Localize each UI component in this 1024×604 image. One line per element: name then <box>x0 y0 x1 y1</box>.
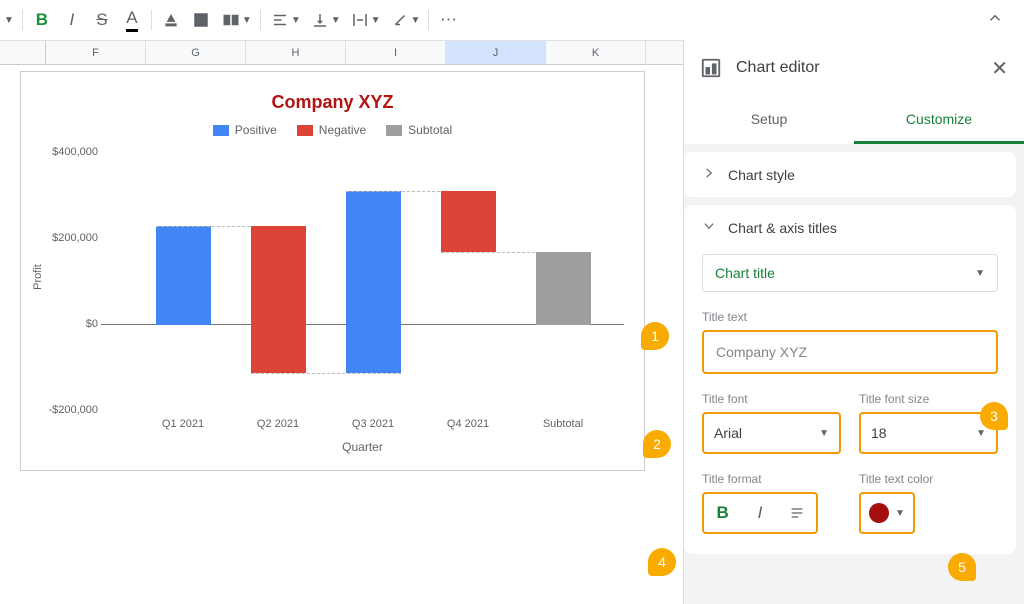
annotation-1: 1 <box>641 322 669 350</box>
tab-customize[interactable]: Customize <box>854 96 1024 144</box>
label-title-text: Title text <box>702 310 998 324</box>
merge-dropdown-caret[interactable]: ▼ <box>242 15 252 26</box>
bar-q1 <box>156 226 211 326</box>
format-bold-button[interactable]: B <box>704 494 741 532</box>
halign-caret[interactable]: ▼ <box>291 15 301 26</box>
label-title-color: Title text color <box>859 472 998 486</box>
italic-button[interactable]: I <box>57 5 87 35</box>
sheet-area: F G H I J K Company XYZ Positive Negativ… <box>0 40 683 604</box>
title-format-group: B I <box>702 492 818 534</box>
label-title-format: Title format <box>702 472 841 486</box>
bold-button[interactable]: B <box>27 5 57 35</box>
prev-dropdown-caret[interactable]: ▼ <box>4 15 14 26</box>
col-header-f[interactable]: F <box>46 41 146 64</box>
color-swatch <box>869 503 889 523</box>
col-header-h[interactable]: H <box>246 41 346 64</box>
column-headers: F G H I J K <box>0 40 683 65</box>
section-chart-style[interactable]: Chart style <box>684 152 1016 197</box>
title-text-input[interactable] <box>702 330 998 374</box>
section-header-titles[interactable]: Chart & axis titles <box>684 205 1016 250</box>
col-header-i[interactable]: I <box>346 41 446 64</box>
chart-title: Company XYZ <box>21 92 644 113</box>
sidebar-title: Chart editor <box>736 59 820 77</box>
collapse-toolbar-icon[interactable] <box>974 9 1016 32</box>
chevron-down-icon <box>702 219 716 236</box>
bar-q2 <box>251 226 306 373</box>
label-title-font: Title font <box>702 392 841 406</box>
col-header-g[interactable]: G <box>146 41 246 64</box>
more-button[interactable]: ⋯ <box>433 5 463 35</box>
title-color-select[interactable]: ▼ <box>859 492 915 534</box>
x-axis-label: Quarter <box>101 440 624 454</box>
borders-button[interactable] <box>186 5 216 35</box>
valign-caret[interactable]: ▼ <box>331 15 341 26</box>
chart-legend: Positive Negative Subtotal <box>21 123 644 137</box>
strikethrough-button[interactable]: S <box>87 5 117 35</box>
bar-q4 <box>441 191 496 252</box>
tab-setup[interactable]: Setup <box>684 96 854 144</box>
title-size-select[interactable]: 18▼ <box>859 412 998 454</box>
annotation-2: 2 <box>643 430 671 458</box>
plot-area: Profit $400,000 $200,000 $0 -$200,000 <box>101 152 624 410</box>
annotation-5: 5 <box>948 553 976 581</box>
section-chart-axis-titles: Chart & axis titles Chart title▼ Title t… <box>684 205 1016 554</box>
bar-q3 <box>346 191 401 373</box>
rotate-caret[interactable]: ▼ <box>411 15 421 26</box>
chart-object[interactable]: Company XYZ Positive Negative Subtotal P… <box>20 71 645 471</box>
wrap-caret[interactable]: ▼ <box>371 15 381 26</box>
chart-editor-sidebar: Chart editor ✕ Setup Customize Chart sty… <box>683 40 1024 604</box>
text-color-button[interactable]: A <box>117 5 147 35</box>
toolbar: ▼ B I S A ▼ ▼ ▼ ▼ ▼ ⋯ <box>0 0 1024 40</box>
annotation-4: 4 <box>648 548 676 576</box>
format-align-button[interactable] <box>779 494 816 532</box>
label-title-size: Title font size <box>859 392 998 406</box>
chart-editor-icon <box>700 57 722 79</box>
title-font-select[interactable]: Arial▼ <box>702 412 841 454</box>
title-selector-dropdown[interactable]: Chart title▼ <box>702 254 998 292</box>
chevron-right-icon <box>702 166 716 183</box>
close-icon[interactable]: ✕ <box>991 56 1008 81</box>
col-header-j[interactable]: J <box>446 41 546 64</box>
format-italic-button[interactable]: I <box>741 494 778 532</box>
annotation-3: 3 <box>980 402 1008 430</box>
fill-color-button[interactable] <box>156 5 186 35</box>
bar-subtotal <box>536 252 591 326</box>
col-header-k[interactable]: K <box>546 41 646 64</box>
